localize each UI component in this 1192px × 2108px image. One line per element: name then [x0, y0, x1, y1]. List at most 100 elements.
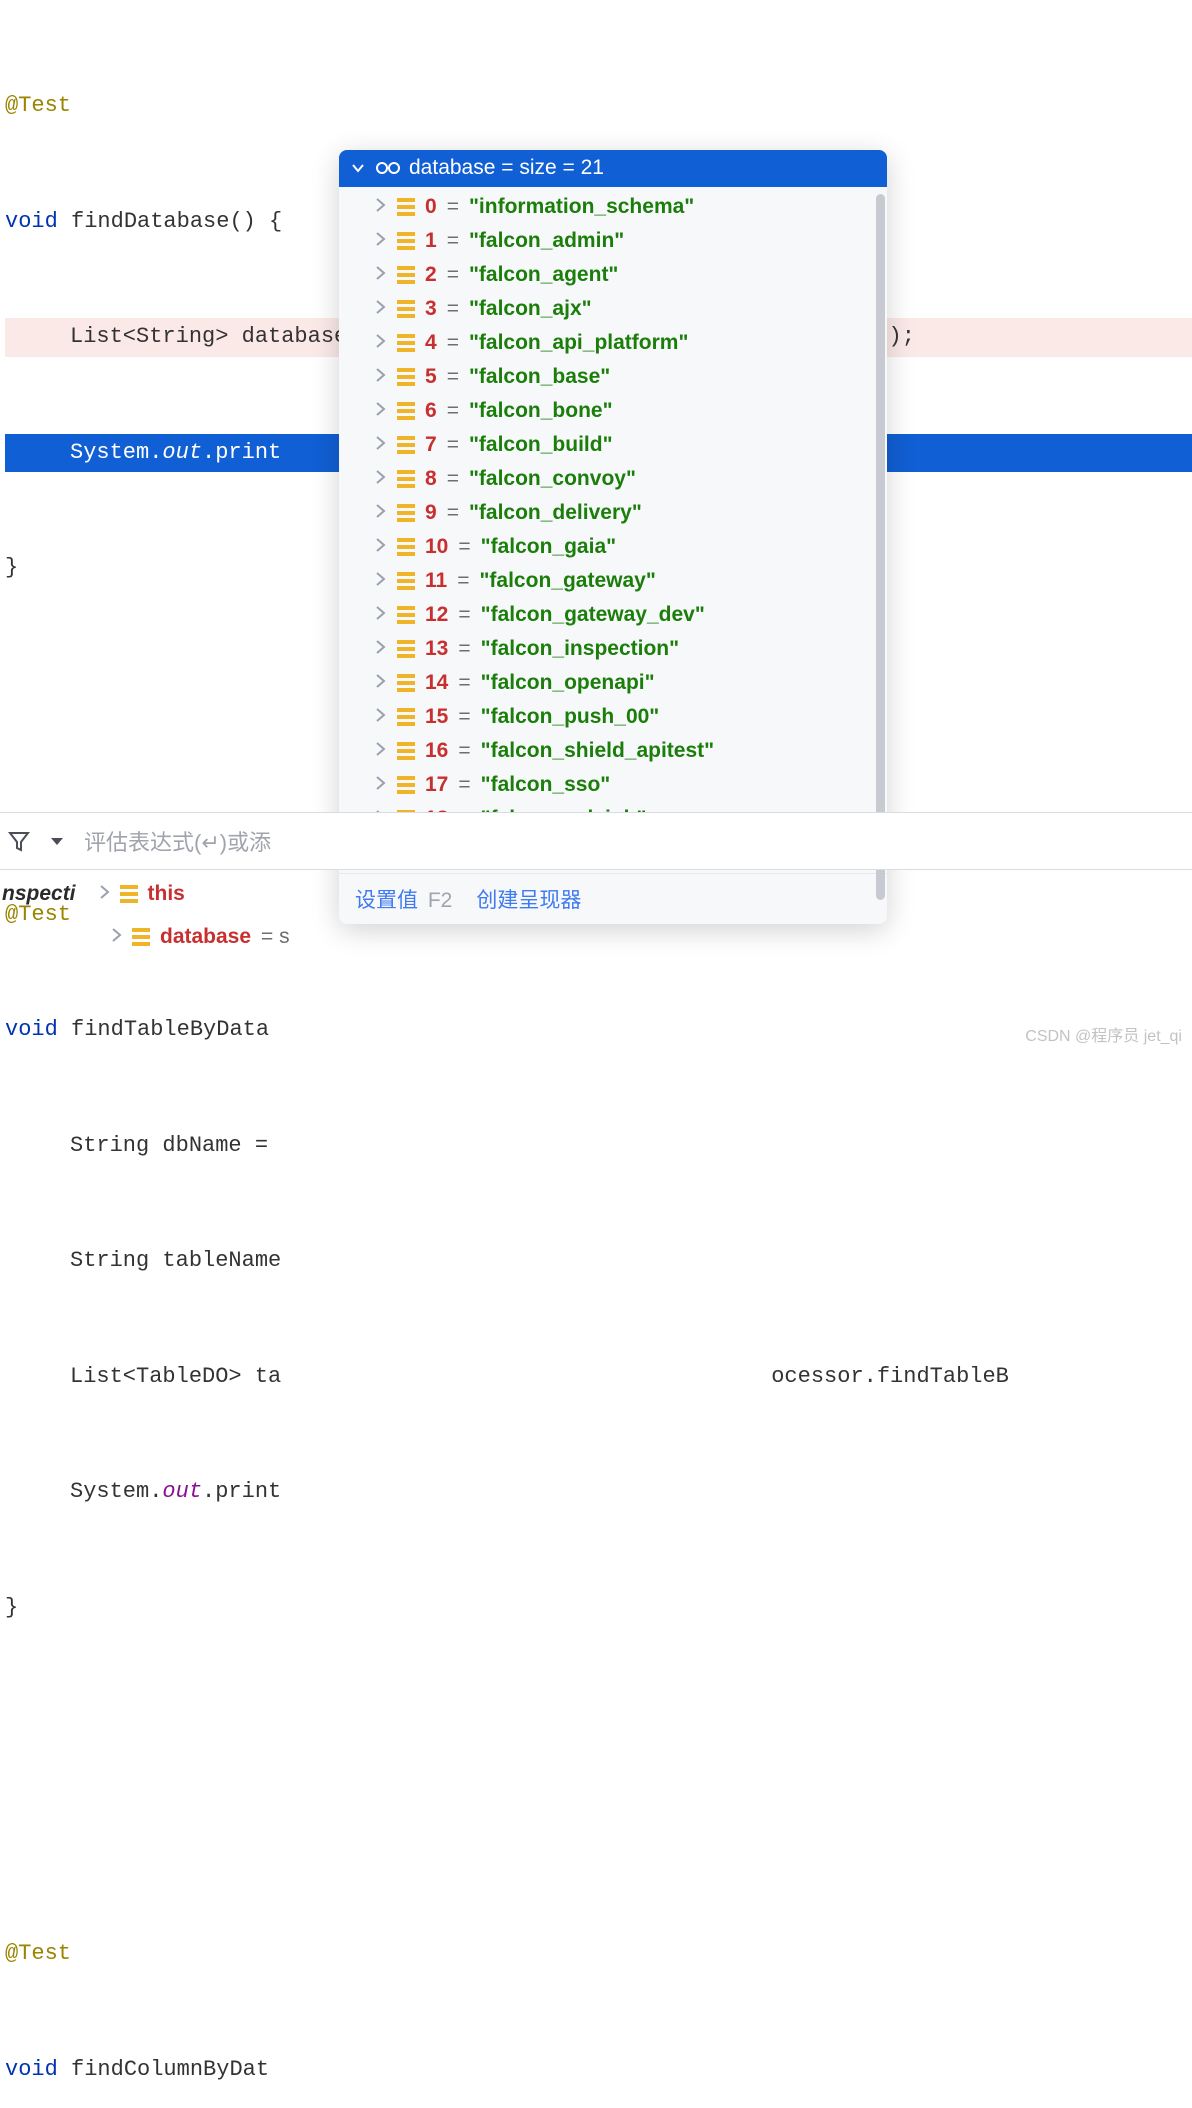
eval-placeholder[interactable]: 评估表达式(↵)或添 [84, 825, 271, 857]
chevron-right-icon[interactable] [373, 467, 387, 491]
row-index: 11 [425, 569, 447, 593]
list-item-icon [397, 334, 415, 352]
chevron-right-icon[interactable] [373, 773, 387, 797]
row-value: "falcon_base" [469, 365, 610, 389]
list-item-icon [397, 674, 415, 692]
debug-header-text: database = size = 21 [409, 156, 604, 180]
row-value: "falcon_gaia" [481, 535, 616, 559]
chevron-right-icon[interactable] [373, 263, 387, 287]
row-value: "falcon_build" [469, 433, 613, 457]
debug-row[interactable]: 11="falcon_gateway" [339, 564, 887, 598]
debug-row[interactable]: 4="falcon_api_platform" [339, 326, 887, 360]
row-value: "falcon_admin" [469, 229, 624, 253]
chevron-right-icon[interactable] [373, 705, 387, 729]
row-value: "falcon_push_00" [481, 705, 660, 729]
row-value: "information_schema" [469, 195, 694, 219]
row-index: 7 [425, 433, 437, 457]
row-value: "falcon_gateway_dev" [481, 603, 705, 627]
list-item-icon [397, 708, 415, 726]
chevron-right-icon[interactable] [373, 535, 387, 559]
debug-row[interactable]: 3="falcon_ajx" [339, 292, 887, 326]
debug-row[interactable]: 9="falcon_delivery" [339, 496, 887, 530]
row-value: "falcon_inspection" [481, 637, 679, 661]
filter-icon[interactable] [8, 830, 30, 852]
row-index: 8 [425, 467, 437, 491]
chevron-right-icon[interactable] [373, 569, 387, 593]
list-item-icon [397, 198, 415, 216]
row-value: "falcon_api_platform" [469, 331, 688, 355]
debug-row[interactable]: 13="falcon_inspection" [339, 632, 887, 666]
chevron-down-icon[interactable] [349, 159, 367, 177]
row-index: 4 [425, 331, 437, 355]
debug-row[interactable]: 0="information_schema" [339, 190, 887, 224]
chevron-right-icon[interactable] [373, 229, 387, 253]
method-name: findDatabase() { [58, 209, 282, 234]
row-value: "falcon_convoy" [469, 467, 636, 491]
debug-row[interactable]: 8="falcon_convoy" [339, 462, 887, 496]
chevron-right-icon[interactable] [373, 297, 387, 321]
debug-value-popup[interactable]: database = size = 21 0="information_sche… [339, 150, 887, 924]
row-index: 17 [425, 773, 448, 797]
chevron-right-icon[interactable] [373, 671, 387, 695]
list-item-icon [397, 232, 415, 250]
chevron-right-icon[interactable] [373, 603, 387, 627]
evaluate-expression-bar[interactable]: 评估表达式(↵)或添 [0, 812, 1192, 870]
chevron-right-icon[interactable] [373, 195, 387, 219]
row-value: "falcon_bone" [469, 399, 613, 423]
chevron-right-icon[interactable] [373, 501, 387, 525]
row-index: 10 [425, 535, 448, 559]
row-index: 9 [425, 501, 437, 525]
list-item-icon [397, 572, 415, 590]
watermark: CSDN @程序员 jet_qi [1025, 1022, 1182, 1046]
keyword-void: void [5, 209, 58, 234]
object-icon [120, 885, 138, 903]
frame-tab[interactable]: nspecti [0, 882, 80, 906]
list-item-icon [397, 266, 415, 284]
chevron-right-icon[interactable] [98, 882, 110, 906]
debug-row[interactable]: 14="falcon_openapi" [339, 666, 887, 700]
variables-panel[interactable]: nspecti this database = s [0, 870, 1192, 956]
chevron-right-icon[interactable] [373, 433, 387, 457]
row-value: "falcon_gateway" [479, 569, 655, 593]
dropdown-icon[interactable] [48, 832, 66, 850]
object-icon [132, 928, 150, 946]
debug-row[interactable]: 15="falcon_push_00" [339, 700, 887, 734]
chevron-right-icon[interactable] [373, 331, 387, 355]
row-index: 13 [425, 637, 448, 661]
chevron-right-icon[interactable] [373, 637, 387, 661]
list-item-icon [397, 402, 415, 420]
chevron-right-icon[interactable] [110, 925, 122, 949]
chevron-right-icon[interactable] [373, 399, 387, 423]
list-item-icon [397, 368, 415, 386]
debug-row[interactable]: 6="falcon_bone" [339, 394, 887, 428]
row-index: 15 [425, 705, 448, 729]
debug-row[interactable]: 12="falcon_gateway_dev" [339, 598, 887, 632]
row-index: 1 [425, 229, 437, 253]
debug-popup-header[interactable]: database = size = 21 [339, 150, 887, 187]
row-index: 5 [425, 365, 437, 389]
row-index: 6 [425, 399, 437, 423]
var-this[interactable]: this [148, 882, 185, 906]
row-index: 2 [425, 263, 437, 287]
debug-row[interactable]: 16="falcon_shield_apitest" [339, 734, 887, 768]
debug-row[interactable]: 7="falcon_build" [339, 428, 887, 462]
chevron-right-icon[interactable] [373, 365, 387, 389]
chevron-right-icon[interactable] [373, 739, 387, 763]
row-value: "falcon_openapi" [481, 671, 655, 695]
row-index: 14 [425, 671, 448, 695]
debug-list[interactable]: 0="information_schema"1="falcon_admin"2=… [339, 187, 887, 873]
debug-row[interactable]: 17="falcon_sso" [339, 768, 887, 802]
debug-row[interactable]: 10="falcon_gaia" [339, 530, 887, 564]
row-index: 16 [425, 739, 448, 763]
annotation: @Test [5, 93, 71, 118]
row-index: 0 [425, 195, 437, 219]
row-value: "falcon_ajx" [469, 297, 592, 321]
list-item-icon [397, 538, 415, 556]
var-database[interactable]: database [160, 925, 251, 949]
debug-row[interactable]: 1="falcon_admin" [339, 224, 887, 258]
scrollbar[interactable] [876, 194, 885, 900]
list-item-icon [397, 776, 415, 794]
row-value: "falcon_agent" [469, 263, 618, 287]
debug-row[interactable]: 2="falcon_agent" [339, 258, 887, 292]
debug-row[interactable]: 5="falcon_base" [339, 360, 887, 394]
